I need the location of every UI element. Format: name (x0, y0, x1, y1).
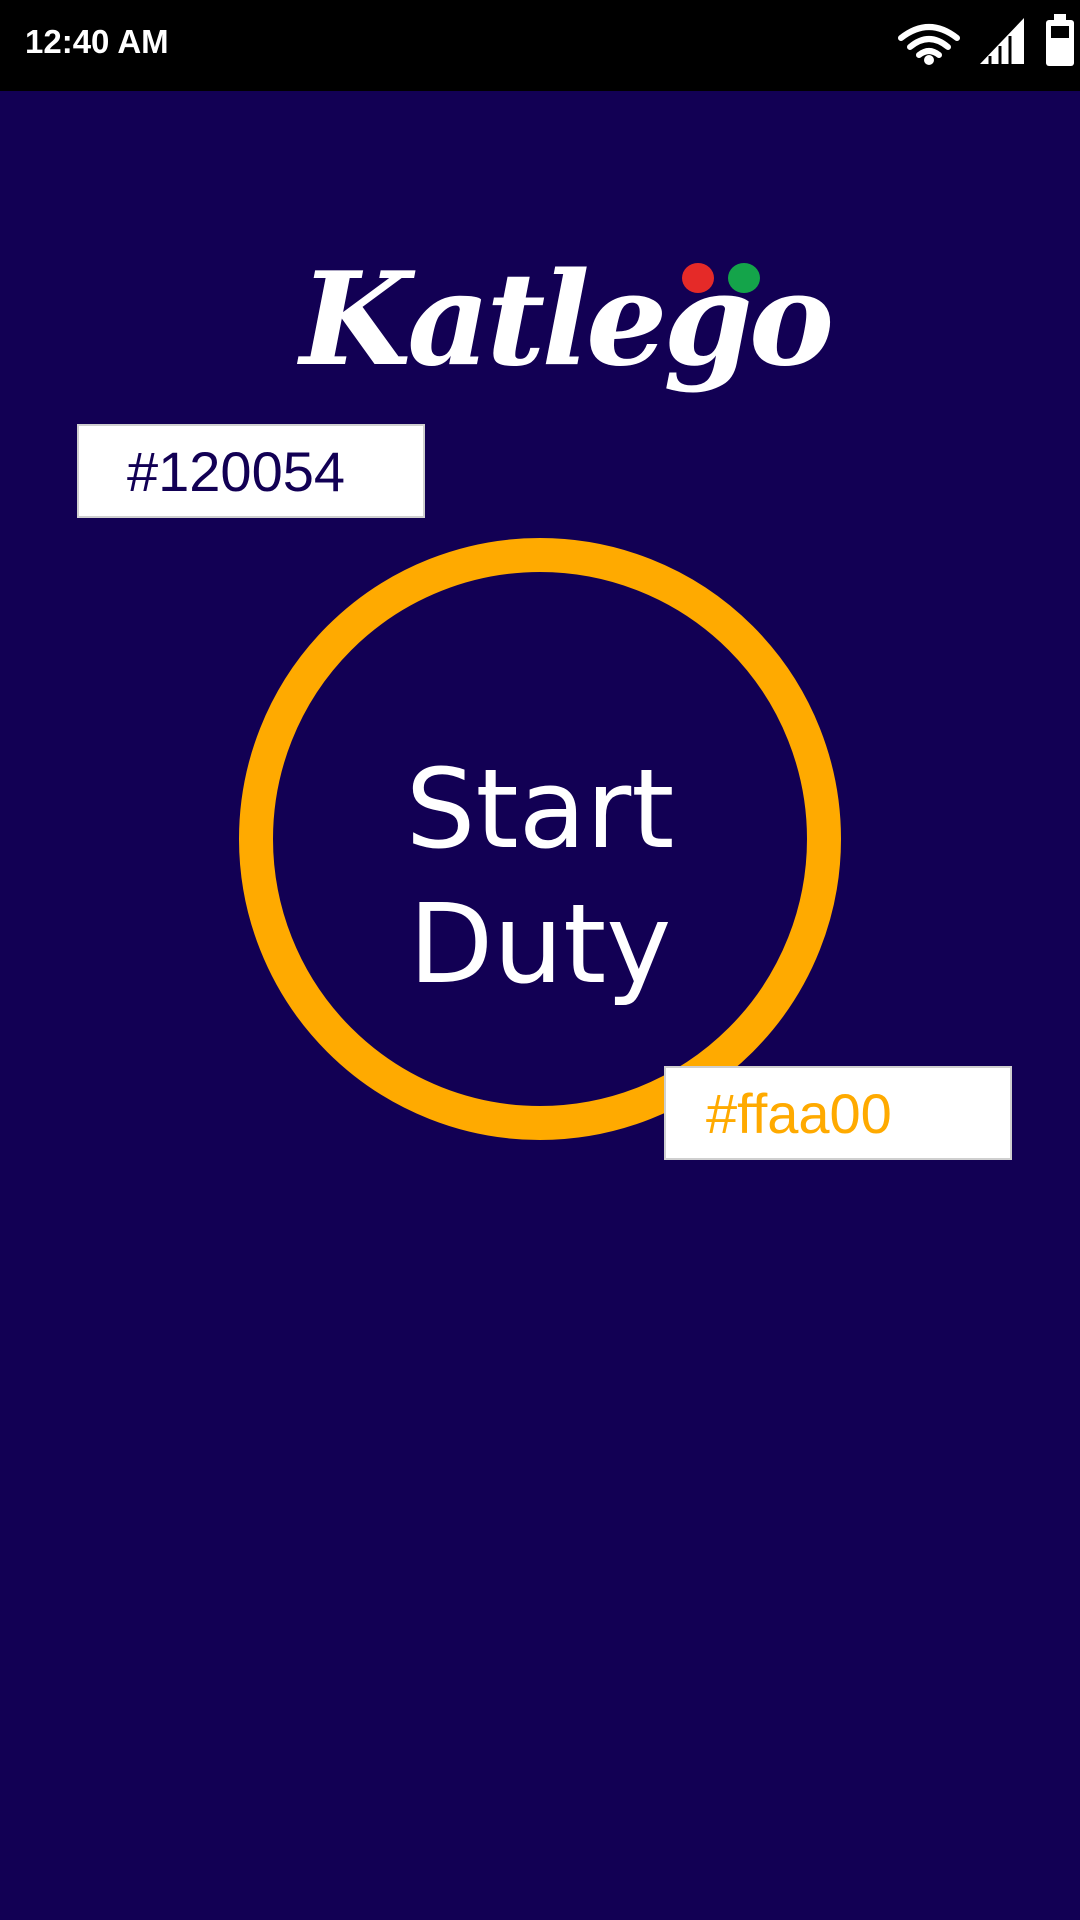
katlego-logo: Katlego (290, 245, 834, 435)
start-duty-label-line2: Duty (408, 880, 672, 1008)
status-bar: 12:40 AM (0, 0, 1080, 91)
logo-green-dot (728, 263, 760, 293)
status-time: 12:40 AM (25, 23, 169, 60)
signal-icon (980, 18, 1024, 64)
start-duty-button[interactable]: Start Duty (239, 538, 841, 1140)
background-color-swatch: #120054 (77, 424, 425, 518)
logo-red-dot (682, 263, 714, 293)
accent-color-swatch: #ffaa00 (664, 1066, 1012, 1160)
start-duty-label-line1: Start (405, 745, 675, 873)
status-icons (820, 0, 1080, 91)
start-duty-screen: 12:40 AM Katlego #120054 Start Duty #ffa… (0, 0, 1080, 1920)
wifi-icon (898, 24, 960, 65)
start-duty-label: Start Duty (273, 742, 807, 1012)
battery-icon (1046, 14, 1074, 66)
